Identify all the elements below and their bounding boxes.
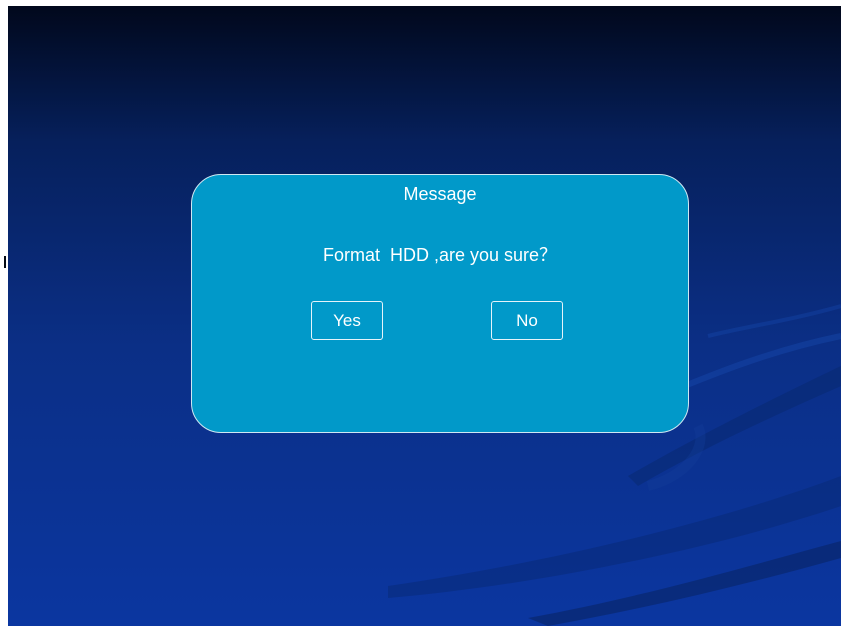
message-dialog: Message Format HDD ,are you sure？ Yes No (191, 174, 689, 433)
desktop-background: Message Format HDD ,are you sure？ Yes No (8, 6, 841, 626)
dialog-message: Format HDD ,are you sure？ (322, 245, 558, 265)
edge-marker (4, 256, 6, 268)
yes-button[interactable]: Yes (311, 301, 383, 340)
no-button[interactable]: No (491, 301, 563, 340)
dialog-title: Message (403, 184, 477, 204)
